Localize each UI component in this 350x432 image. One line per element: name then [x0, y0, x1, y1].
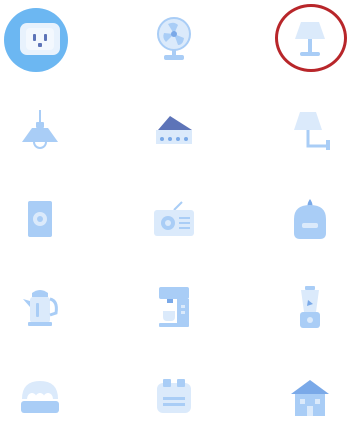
kettle-icon	[23, 290, 58, 326]
grid-item-speaker-box[interactable]	[0, 184, 80, 254]
speaker-box-icon	[28, 201, 52, 237]
toaster-icon	[157, 379, 191, 413]
grid-item-house[interactable]	[270, 362, 350, 432]
grid-item-coffee-machine[interactable]	[134, 272, 214, 342]
grid-item-desk-fan[interactable]	[134, 4, 214, 74]
grid-item-pendant-lamp[interactable]	[0, 95, 80, 165]
blender-icon	[300, 286, 320, 328]
grid-item-kettle[interactable]	[0, 272, 80, 342]
grid-item-table-lamp[interactable]	[270, 4, 350, 74]
grid-item-blender[interactable]	[270, 272, 350, 342]
grid-item-egg-cooker[interactable]	[0, 362, 80, 432]
appliance-icon-grid	[0, 0, 350, 419]
power-outlet-icon	[20, 23, 60, 55]
grid-item-wall-lamp[interactable]	[270, 95, 350, 165]
grid-item-humidifier[interactable]	[270, 184, 350, 254]
radio-icon	[154, 201, 194, 236]
coffee-machine-icon	[159, 287, 189, 327]
egg-cooker-icon	[21, 381, 59, 413]
cheese-slicer-icon	[156, 116, 192, 144]
house-icon	[291, 380, 329, 416]
grid-item-toaster[interactable]	[134, 362, 214, 432]
pendant-lamp-icon	[22, 110, 58, 149]
grid-item-power-outlet[interactable]	[0, 4, 80, 74]
grid-item-radio[interactable]	[134, 184, 214, 254]
wall-lamp-icon	[294, 112, 330, 150]
grid-item-cheese-slicer[interactable]	[134, 95, 214, 165]
humidifier-icon	[294, 199, 326, 239]
desk-fan-icon	[157, 17, 191, 60]
table-lamp-icon	[295, 22, 325, 56]
